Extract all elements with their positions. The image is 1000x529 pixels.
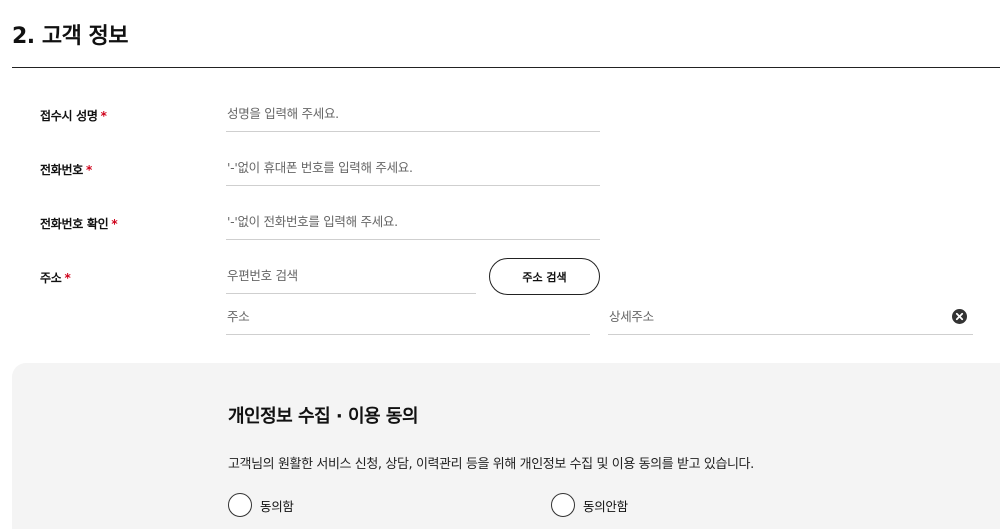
consent-agree-label[interactable]: 동의함 [260,496,294,515]
consent-description: 고객님의 원활한 서비스 신청, 상담, 이력관리 등을 위해 개인정보 수집 … [228,457,754,472]
consent-disagree-label[interactable]: 동의안함 [583,496,628,515]
phone-label: 전화번호 * [40,161,92,178]
phone-confirm-field[interactable] [226,204,600,240]
required-mark: * [85,163,92,177]
radio-circle-icon[interactable] [551,493,575,517]
required-mark: * [111,217,118,231]
detail-address-input[interactable] [608,299,973,334]
detail-address-field[interactable] [608,299,973,335]
address-label: 주소 * [40,269,71,286]
name-label-text: 접수시 성명 [40,109,98,123]
required-mark: * [64,271,71,285]
address-search-button[interactable]: 주소 검색 [489,258,600,295]
consent-title: 개인정보 수집 · 이용 동의 [228,406,419,427]
postcode-input[interactable] [226,258,476,293]
address-input[interactable] [226,299,590,334]
name-input[interactable] [226,96,600,131]
clear-icon[interactable] [952,309,967,324]
postcode-field[interactable] [226,258,476,294]
name-label: 접수시 성명 * [40,107,107,124]
address-label-text: 주소 [40,271,62,285]
phone-label-text: 전화번호 [40,163,83,177]
section-divider [12,67,1000,68]
phone-confirm-label: 전화번호 확인 * [40,215,118,232]
phone-confirm-label-text: 전화번호 확인 [40,217,109,231]
radio-circle-icon[interactable] [228,493,252,517]
phone-confirm-input[interactable] [226,204,600,239]
phone-field[interactable] [226,150,600,186]
consent-panel [12,363,1000,529]
consent-disagree-radio[interactable]: 동의안함 [551,493,628,517]
address-field[interactable] [226,299,590,335]
section-title: 2. 고객 정보 [12,24,128,49]
required-mark: * [100,109,107,123]
consent-agree-radio[interactable]: 동의함 [228,493,294,517]
phone-input[interactable] [226,150,600,185]
name-field[interactable] [226,96,600,132]
